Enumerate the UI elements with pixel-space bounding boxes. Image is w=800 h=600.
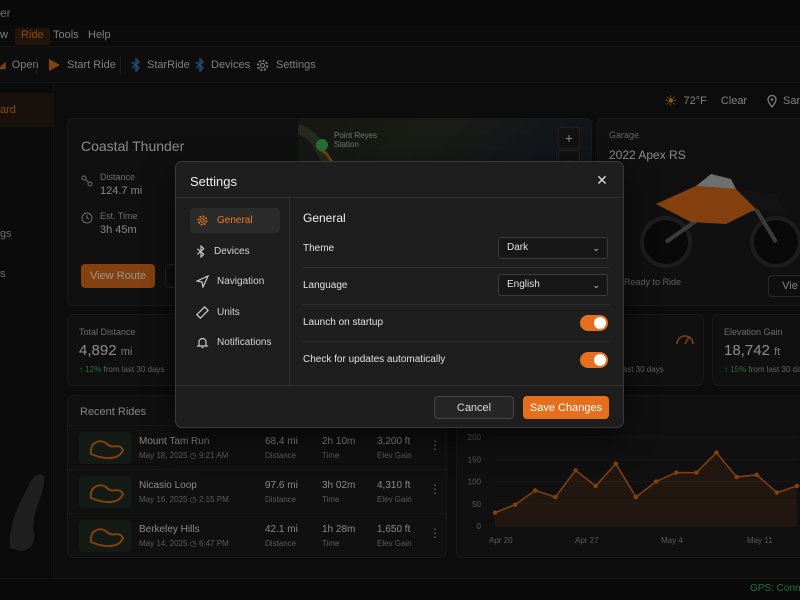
gear-icon	[197, 215, 208, 226]
ruler-icon	[196, 306, 209, 319]
settings-nav-devices[interactable]: Devices	[190, 239, 280, 264]
theme-row: Theme Dark ⌄	[303, 231, 609, 268]
settings-dialog: Settings ✕ General Devices Navigation Un…	[175, 161, 624, 428]
section-title: General	[303, 211, 346, 225]
auto-update-toggle[interactable]	[580, 352, 608, 368]
save-changes-button[interactable]: Save Changes	[523, 396, 609, 419]
launch-startup-toggle[interactable]	[580, 315, 608, 331]
updates-row: Check for updates automatically	[303, 342, 609, 379]
settings-nav-general[interactable]: General	[190, 208, 280, 233]
settings-nav: General Devices Navigation Units Notific…	[176, 198, 290, 385]
dialog-title: Settings	[190, 174, 237, 189]
language-row: Language English ⌄	[303, 268, 609, 305]
settings-nav-units[interactable]: Units	[190, 300, 280, 325]
language-select[interactable]: English ⌄	[498, 274, 608, 296]
chevron-down-icon: ⌄	[592, 280, 600, 290]
launch-row: Launch on startup	[303, 305, 609, 342]
bell-icon	[196, 337, 209, 348]
close-icon[interactable]: ✕	[594, 172, 610, 188]
bluetooth-icon	[196, 245, 205, 258]
navigation-arrow-icon	[196, 275, 209, 288]
cancel-button[interactable]: Cancel	[434, 396, 514, 419]
chevron-down-icon: ⌄	[592, 243, 600, 253]
settings-nav-notifications[interactable]: Notifications	[190, 330, 280, 355]
theme-select[interactable]: Dark ⌄	[498, 237, 608, 259]
settings-nav-navigation[interactable]: Navigation	[190, 269, 280, 294]
